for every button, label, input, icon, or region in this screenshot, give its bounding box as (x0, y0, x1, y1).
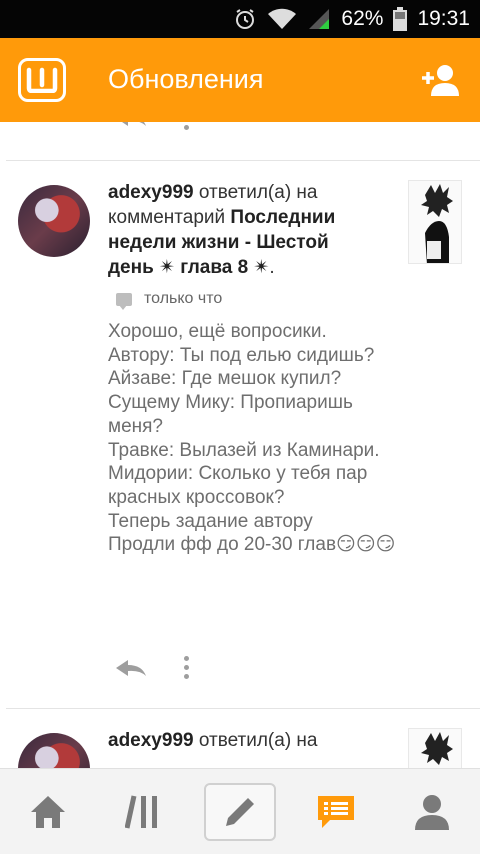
more-options-icon[interactable] (182, 122, 190, 142)
reply-icon[interactable] (114, 122, 148, 133)
notification-headline[interactable]: adexy999 ответил(а) на (108, 728, 368, 753)
divider (6, 160, 480, 161)
divider (6, 708, 480, 709)
library-icon[interactable] (108, 783, 180, 841)
reply-icon[interactable] (114, 658, 148, 683)
item-actions (108, 654, 228, 684)
notifications-feed[interactable]: adexy999 ответил(а) на комментарий После… (0, 122, 480, 768)
wifi-icon (267, 7, 297, 31)
profile-icon[interactable] (396, 783, 468, 841)
battery-percent: 62% (341, 7, 384, 30)
wattpad-logo-icon[interactable] (18, 58, 66, 102)
status-bar: 62% 19:31 (0, 0, 480, 38)
notification-meta: только что (116, 290, 223, 310)
battery-icon (393, 7, 408, 31)
app-bar: Обновления (0, 38, 480, 122)
clock: 19:31 (417, 7, 470, 30)
username[interactable]: adexy999 (108, 182, 194, 203)
alarm-icon (233, 7, 257, 31)
timestamp: только что (144, 290, 223, 307)
action-text: ответил(а) на (198, 730, 318, 751)
notifications-icon[interactable] (300, 783, 372, 841)
username[interactable]: adexy999 (108, 730, 194, 751)
story-cover[interactable] (408, 728, 462, 768)
comment-text: Хорошо, ещё вопросики. Автору: Ты под ел… (108, 321, 396, 556)
bottom-navigation (0, 768, 480, 854)
previous-item-actions (108, 122, 228, 152)
signal-icon (307, 7, 331, 31)
home-icon[interactable] (12, 783, 84, 841)
more-options-icon[interactable] (182, 654, 190, 682)
comment-icon (116, 292, 132, 310)
notification-headline[interactable]: adexy999 ответил(а) на комментарий После… (108, 180, 368, 280)
write-icon[interactable] (204, 783, 276, 841)
story-cover[interactable] (408, 180, 462, 264)
add-user-icon[interactable] (420, 62, 460, 98)
avatar[interactable] (18, 185, 90, 257)
avatar[interactable] (18, 733, 90, 768)
page-title: Обновления (108, 64, 264, 94)
